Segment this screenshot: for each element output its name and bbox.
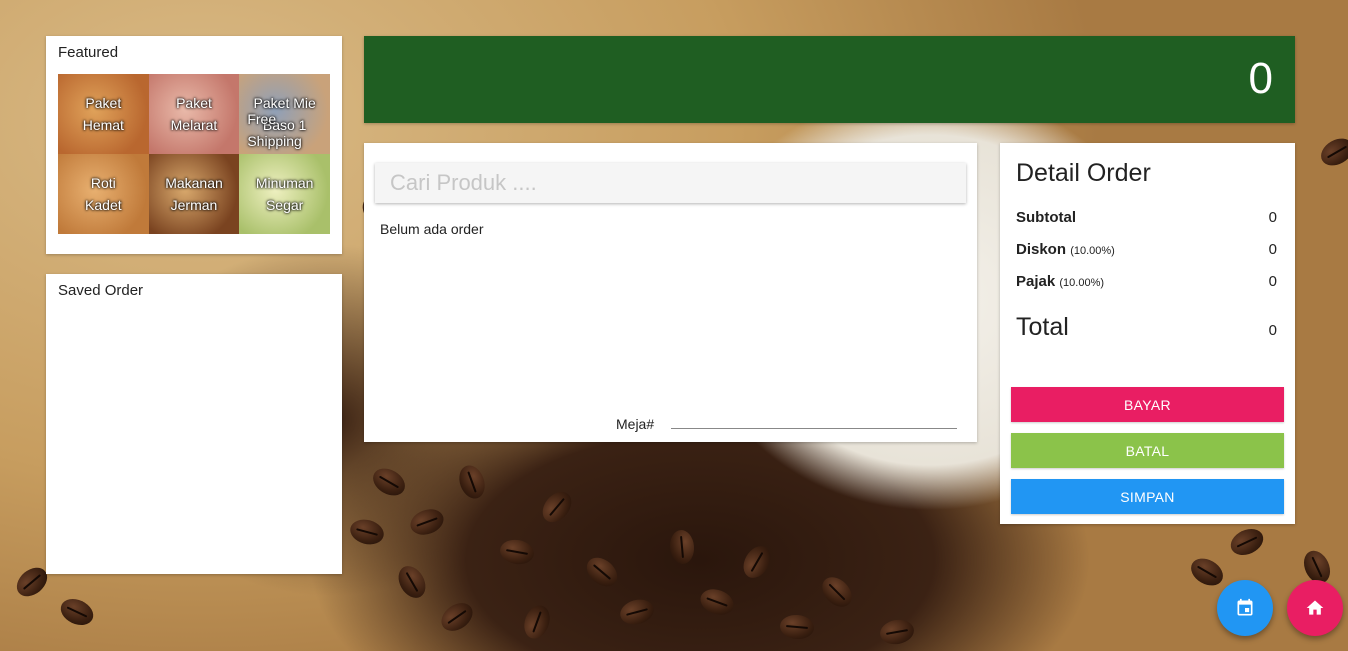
subtotal-label: Subtotal <box>1016 209 1076 226</box>
saved-order-title: Saved Order <box>58 282 144 299</box>
total-amount: 0 <box>1248 54 1273 103</box>
total-value: 0 <box>1268 322 1277 339</box>
total-display-bar: 0 <box>364 36 1295 123</box>
table-number-input[interactable] <box>671 411 957 429</box>
featured-title: Featured <box>58 44 119 61</box>
diskon-value: 0 <box>1268 241 1277 258</box>
diskon-label: Diskon <box>1016 241 1067 258</box>
subtotal-value: 0 <box>1268 209 1277 226</box>
detail-order-panel: Detail Order Subtotal 0 Diskon (10.00%) … <box>1000 143 1295 524</box>
diskon-row: Diskon (10.00%) 0 <box>1016 241 1277 258</box>
featured-item-roti-kadet[interactable]: Roti Kadet <box>58 154 149 234</box>
pajak-rate: (10.00%) <box>1059 277 1105 289</box>
total-row: Total 0 <box>1016 313 1277 342</box>
total-label: Total <box>1016 313 1069 341</box>
calendar-icon <box>1237 598 1253 616</box>
detail-order-title: Detail Order <box>1016 159 1151 187</box>
cancel-button[interactable]: BATAL <box>1011 433 1284 468</box>
table-number-label: Meja# <box>616 416 655 432</box>
featured-item-makanan-jerman[interactable]: Makanan Jerman <box>148 154 240 234</box>
featured-grid: Paket Hemat Paket Melarat Paket Mie Baso 1F… <box>58 74 330 234</box>
featured-item-paket-hemat[interactable]: Paket Hemat <box>58 74 149 154</box>
pay-button[interactable]: BAYAR <box>1011 387 1284 422</box>
home-icon <box>1306 600 1324 615</box>
featured-item-paket-mie-baso[interactable]: Paket Mie Baso 1 Free Shipping <box>239 74 330 154</box>
calendar-fab-button[interactable] <box>1217 580 1273 636</box>
order-panel: Belum ada order Meja# <box>364 143 977 442</box>
pajak-label: Pajak <box>1016 273 1056 290</box>
home-fab-button[interactable] <box>1287 580 1343 636</box>
save-button[interactable]: SIMPAN <box>1011 479 1284 514</box>
featured-item-paket-melarat[interactable]: Paket Melarat <box>148 74 240 154</box>
empty-order-text: Belum ada order <box>380 221 484 237</box>
subtotal-row: Subtotal 0 <box>1016 209 1277 226</box>
saved-order-panel: Saved Order <box>46 274 342 574</box>
featured-item-minuman-segar[interactable]: Minuman Segar <box>239 154 330 234</box>
featured-panel: Featured Paket Hemat Paket Melarat Paket M… <box>46 36 342 254</box>
product-search-input[interactable] <box>375 163 966 203</box>
pajak-row: Pajak (10.00%) 0 <box>1016 273 1277 290</box>
diskon-rate: (10.00%) <box>1070 245 1115 257</box>
pajak-value: 0 <box>1268 273 1277 290</box>
